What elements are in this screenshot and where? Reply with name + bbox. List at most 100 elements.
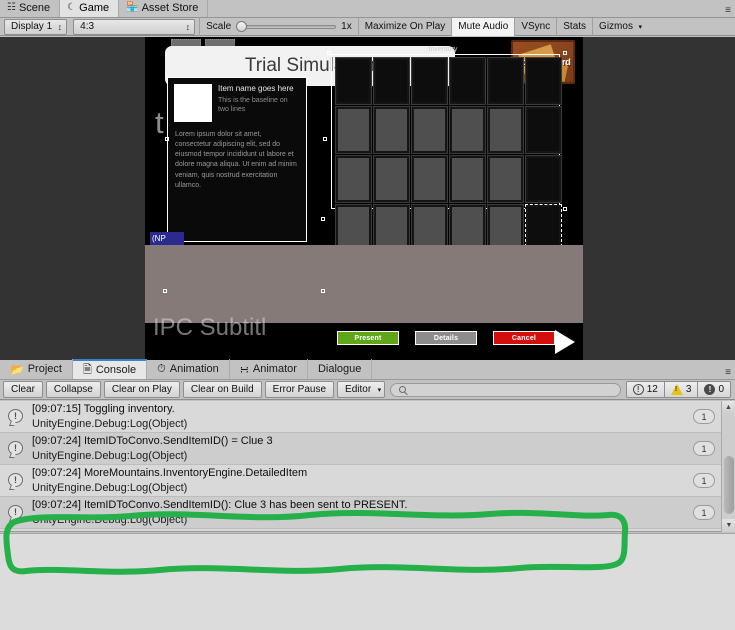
- console-search[interactable]: [390, 382, 621, 397]
- inventory-slot[interactable]: [525, 57, 562, 105]
- ui-anchor-handle[interactable]: [563, 207, 567, 211]
- log-row[interactable]: ! [09:07:24] ItemIDToConvo.SendItemID() =…: [0, 433, 735, 465]
- log-collapse-count: 1: [693, 409, 715, 424]
- clear-button[interactable]: Clear: [3, 381, 43, 398]
- chevron-down-icon[interactable]: ▼: [722, 519, 735, 532]
- console-log-list[interactable]: ! [09:07:15] Toggling inventory. UnityEngi…: [0, 401, 735, 532]
- scale-value: 1x: [341, 21, 352, 32]
- present-button[interactable]: Present: [337, 331, 399, 345]
- tab-game-label: Game: [79, 2, 110, 14]
- cancel-button[interactable]: Cancel: [493, 331, 555, 345]
- inventory-slot[interactable]: [335, 57, 372, 105]
- tab-scene-label: Scene: [18, 2, 51, 14]
- ui-anchor-handle[interactable]: [323, 137, 327, 141]
- panel-menu-icon[interactable]: ≡: [725, 5, 735, 17]
- search-input[interactable]: [410, 384, 612, 395]
- maximize-on-play-button[interactable]: Maximize On Play: [357, 17, 452, 36]
- console-scrollbar[interactable]: ▲ ▼: [721, 401, 735, 532]
- log-row[interactable]: ! [09:07:24] ItemIDToConvo.SendItemID(): …: [0, 497, 735, 529]
- inventory-slot[interactable]: [411, 155, 448, 203]
- console-toolbar: Clear Collapse Clear on Play Clear on Bu…: [0, 380, 735, 400]
- stats-button[interactable]: Stats: [556, 17, 592, 36]
- info-icon: !: [8, 473, 25, 490]
- tab-animator[interactable]: ∺ Animator: [230, 359, 308, 379]
- scale-slider[interactable]: [236, 21, 337, 33]
- tab-console-label: Console: [95, 364, 137, 376]
- vsync-button[interactable]: VSync: [514, 17, 556, 36]
- mute-audio-button[interactable]: Mute Audio: [451, 17, 515, 36]
- inventory-slot[interactable]: [525, 106, 562, 154]
- inventory-slot[interactable]: [335, 155, 372, 203]
- folder-icon: 📂: [10, 363, 24, 376]
- clear-on-play-button[interactable]: Clear on Play: [103, 381, 180, 398]
- inventory-slot[interactable]: [449, 57, 486, 105]
- item-thumbnail: [174, 84, 212, 122]
- detailed-item-panel: Item name goes here This is the baseline…: [167, 77, 307, 242]
- game-view-backdrop: Trial Simulation Court Record Inventory …: [0, 37, 735, 360]
- editor-dropdown[interactable]: Editor: [337, 381, 386, 398]
- error-pause-button[interactable]: Error Pause: [264, 381, 335, 398]
- ui-anchor-handle[interactable]: [165, 137, 169, 141]
- panel-menu-icon[interactable]: ≡: [725, 367, 735, 379]
- warning-count[interactable]: 3: [664, 381, 699, 398]
- collapse-button[interactable]: Collapse: [45, 381, 101, 398]
- store-icon: 🏪: [126, 2, 139, 13]
- inventory-slot[interactable]: [487, 106, 524, 154]
- item-name-label: Item name goes here: [218, 84, 294, 93]
- tab-animation[interactable]: ⏱ Animation: [147, 359, 230, 379]
- log-collapse-count: 1: [693, 505, 715, 520]
- tab-scene[interactable]: ☷ Scene: [0, 0, 61, 17]
- inventory-slot[interactable]: [449, 155, 486, 203]
- clear-on-build-button[interactable]: Clear on Build: [182, 381, 262, 398]
- play-triangle-icon[interactable]: [555, 330, 575, 354]
- gizmos-button[interactable]: Gizmos: [592, 17, 645, 36]
- detail-header: Item name goes here This is the baseline…: [168, 78, 306, 128]
- tab-animator-label: Animator: [252, 363, 297, 375]
- inventory-slot[interactable]: [373, 155, 410, 203]
- aspect-ratio-select[interactable]: 4:3: [73, 18, 196, 35]
- clear-on-play-label: Clear on Play: [111, 384, 172, 395]
- inventory-title: Inventory: [428, 46, 458, 53]
- info-count[interactable]: ! 12: [625, 381, 665, 398]
- tab-console[interactable]: 🗎 Console: [72, 359, 148, 379]
- ui-anchor-handle[interactable]: [563, 51, 567, 55]
- tab-asset-store[interactable]: 🏪 Asset Store: [119, 0, 209, 17]
- game-toolbar: Display 1 4:3 Scale 1x Maximize On Play …: [0, 17, 735, 36]
- scrollbar-thumb[interactable]: [724, 456, 734, 514]
- log-row-text: [09:07:24] MoreMountains.InventoryEngine…: [32, 466, 693, 494]
- ui-anchor-handle[interactable]: [163, 289, 167, 293]
- inventory-slot[interactable]: [373, 57, 410, 105]
- search-icon: [399, 386, 407, 393]
- ui-anchor-handle[interactable]: [321, 289, 325, 293]
- log-row[interactable]: ! [09:07:15] Toggling inventory. UnityEngi…: [0, 401, 735, 433]
- chevron-up-icon[interactable]: ▲: [722, 401, 735, 414]
- console-panel-tabstrip: 📂 Project 🗎 Console ⏱ Animation ∺ Animat…: [0, 359, 735, 380]
- ui-anchor-handle[interactable]: [327, 51, 331, 55]
- tab-game[interactable]: ☾ Game: [60, 0, 120, 17]
- inventory-slot[interactable]: [487, 155, 524, 203]
- moon-icon: ☾: [67, 2, 77, 13]
- tab-project[interactable]: 📂 Project: [0, 359, 73, 379]
- inventory-slot[interactable]: [487, 57, 524, 105]
- inventory-slot[interactable]: [411, 57, 448, 105]
- inventory-slot[interactable]: [525, 155, 562, 203]
- console-panel: 📂 Project 🗎 Console ⏱ Animation ∺ Animat…: [0, 359, 735, 630]
- info-count-value: 12: [646, 384, 658, 395]
- details-button[interactable]: Details: [415, 331, 477, 345]
- game-panel-tabstrip: ☷ Scene ☾ Game 🏪 Asset Store ≡: [0, 0, 735, 18]
- log-stacktrace: UnityEngine.Debug:Log(Object): [32, 481, 188, 494]
- display-select[interactable]: Display 1: [4, 18, 68, 35]
- game-canvas[interactable]: Trial Simulation Court Record Inventory …: [145, 37, 583, 360]
- log-row[interactable]: ! [09:07:24] MoreMountains.InventoryEngin…: [0, 465, 735, 497]
- mute-audio-label: Mute Audio: [458, 21, 509, 32]
- console-detail-pane: [0, 533, 735, 630]
- tab-dialogue[interactable]: Dialogue: [308, 359, 373, 379]
- inventory-grid[interactable]: [335, 57, 562, 252]
- scale-slider-knob[interactable]: [236, 21, 248, 32]
- error-count[interactable]: ! 0: [698, 381, 731, 398]
- log-message: [09:07:24] MoreMountains.InventoryEngine…: [32, 467, 308, 480]
- tab-asset-store-label: Asset Store: [141, 2, 199, 14]
- ui-anchor-handle[interactable]: [321, 217, 325, 221]
- cancel-button-label: Cancel: [511, 334, 537, 342]
- log-row[interactable]: ![09:07:24] InventorySequencerMessages.O…: [0, 529, 735, 531]
